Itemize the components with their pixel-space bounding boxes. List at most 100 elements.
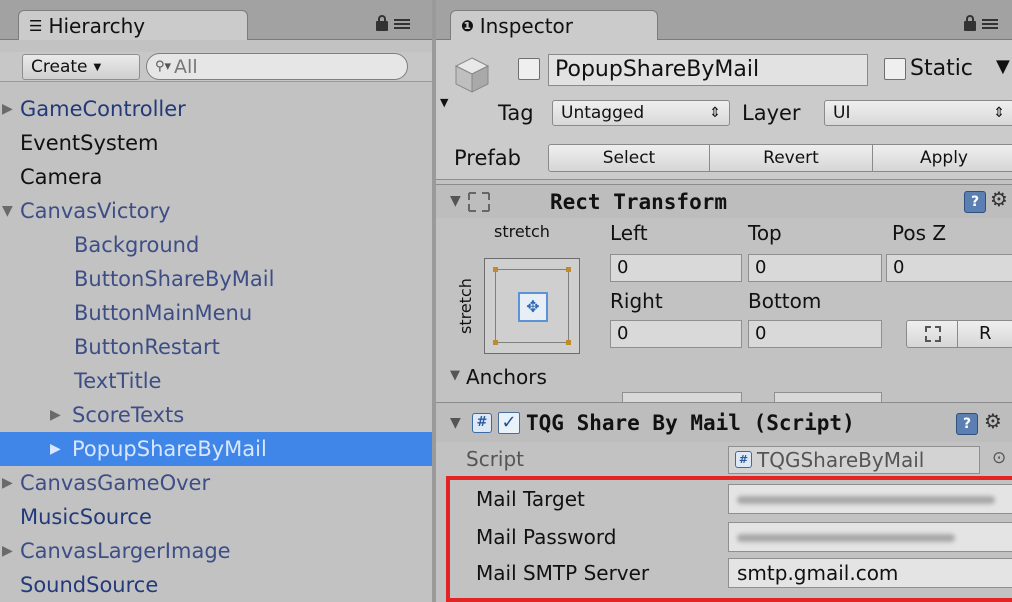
search-icon: ⚲▾	[155, 59, 172, 74]
updown-icon: ⇕	[993, 105, 1005, 121]
gear-icon[interactable]: ⚙	[984, 409, 1002, 433]
hierarchy-item[interactable]: Background	[0, 228, 432, 262]
collapsed-arrow-icon[interactable]: ▶	[50, 398, 61, 432]
hierarchy-tabbar: ☰ Hierarchy	[0, 0, 432, 40]
hierarchy-item[interactable]: ▼ CanvasVictory	[0, 194, 432, 228]
anchors-label: Anchors	[466, 365, 547, 389]
hierarchy-item[interactable]: SoundSource	[0, 568, 432, 602]
anchor-frame: ✥	[493, 267, 571, 345]
stretch-vertical-label: stretch	[456, 278, 475, 334]
blueprint-mode-icon[interactable]	[925, 326, 941, 342]
search-input[interactable]: ⚲▾ All	[146, 53, 408, 80]
hierarchy-item[interactable]: ▶ PopupShareByMail	[0, 432, 432, 466]
top-label: Top	[748, 221, 782, 245]
hierarchy-item-label: ScoreTexts	[72, 403, 185, 427]
hierarchy-item-label: CanvasGameOver	[20, 471, 211, 495]
mail-target-input[interactable]	[728, 484, 1012, 514]
script-component-header[interactable]: ▼ # ✓ TQG Share By Mail (Script) ? ⚙	[436, 402, 1012, 442]
anchor-dot	[566, 340, 571, 345]
mail-smtp-server-input[interactable]: smtp.gmail.com	[728, 558, 1012, 588]
object-name-field[interactable]: PopupShareByMail	[548, 54, 868, 86]
create-label: Create	[31, 57, 88, 77]
hierarchy-item[interactable]: EventSystem	[0, 126, 432, 160]
expanded-arrow-icon[interactable]: ▼	[2, 194, 13, 228]
anchors-foldout-icon[interactable]: ▼	[450, 368, 460, 383]
rect-transform-header[interactable]: ▼ Rect Transform ? ⚙	[436, 184, 1012, 218]
posz-label: Pos Z	[892, 221, 947, 245]
posz-field[interactable]: 0	[886, 254, 1012, 282]
right-field[interactable]: 0	[610, 320, 742, 348]
anchor-presets-button[interactable]: ✥	[484, 258, 580, 354]
lock-icon[interactable]	[376, 15, 388, 31]
lock-icon[interactable]	[964, 15, 976, 31]
tab-hierarchy[interactable]: ☰ Hierarchy	[18, 10, 248, 40]
hierarchy-item-label: Camera	[20, 165, 103, 189]
hierarchy-item[interactable]: ▶ CanvasLargerImage	[0, 534, 432, 568]
static-checkbox[interactable]	[884, 58, 906, 80]
bottom-label: Bottom	[748, 289, 822, 313]
move-arrows-icon: ✥	[518, 292, 548, 322]
hierarchy-item-label: ButtonShareByMail	[74, 267, 275, 291]
top-field[interactable]: 0	[748, 254, 882, 282]
left-label: Left	[610, 221, 648, 245]
hierarchy-item[interactable]: ▶ ScoreTexts	[0, 398, 432, 432]
cube-dropdown-icon[interactable]: ▼	[440, 96, 448, 109]
collapsed-arrow-icon[interactable]: ▶	[2, 534, 13, 568]
hierarchy-item[interactable]: ▶ CanvasGameOver	[0, 466, 432, 500]
object-picker-icon[interactable]: ⊙	[992, 448, 1006, 468]
hierarchy-item-label: CanvasVictory	[20, 199, 171, 223]
hierarchy-item-label: EventSystem	[20, 131, 159, 155]
rect-transform-icon	[468, 192, 490, 212]
static-dropdown-icon[interactable]: ▼	[996, 56, 1010, 77]
hierarchy-item[interactable]: TextTitle	[0, 364, 432, 398]
hierarchy-item[interactable]: ▶ GameController	[0, 92, 432, 126]
hierarchy-item-label: ButtonMainMenu	[74, 301, 253, 325]
menu-icon[interactable]	[394, 18, 410, 29]
collapsed-arrow-icon[interactable]: ▶	[50, 432, 61, 466]
hierarchy-item-label: GameController	[20, 97, 186, 121]
create-button[interactable]: Create ▼	[22, 54, 140, 80]
prefab-revert-button[interactable]: Revert	[709, 144, 873, 172]
layer-dropdown[interactable]: UI ⇕	[824, 100, 1012, 126]
prefab-select-button[interactable]: Select	[548, 144, 710, 172]
menu-icon[interactable]	[982, 18, 998, 29]
hierarchy-item-label: SoundSource	[20, 573, 159, 597]
bottom-field[interactable]: 0	[748, 320, 882, 348]
collapsed-arrow-icon[interactable]: ▶	[2, 92, 13, 126]
help-icon[interactable]: ?	[956, 413, 978, 435]
mail-password-input[interactable]	[728, 522, 1012, 552]
collapsed-arrow-icon[interactable]: ▶	[2, 466, 13, 500]
foldout-arrow-icon[interactable]: ▼	[450, 193, 461, 209]
tab-inspector-label: Inspector	[479, 13, 573, 38]
hierarchy-item[interactable]: ButtonRestart	[0, 330, 432, 364]
list-icon: ☰	[29, 16, 43, 35]
tag-label: Tag	[498, 101, 534, 125]
hierarchy-item[interactable]: MusicSource	[0, 500, 432, 534]
hierarchy-item[interactable]: ButtonShareByMail	[0, 262, 432, 296]
left-field[interactable]: 0	[610, 254, 742, 282]
hierarchy-item-label: ButtonRestart	[74, 335, 220, 359]
tab-inspector[interactable]: ❶ Inspector	[450, 10, 658, 40]
foldout-arrow-icon[interactable]: ▼	[450, 415, 461, 431]
dropdown-caret-icon: ▼	[93, 61, 102, 73]
hierarchy-item[interactable]: ButtonMainMenu	[0, 296, 432, 330]
gameobject-cube-icon	[454, 57, 490, 93]
hierarchy-item-label: CanvasLargerImage	[20, 539, 231, 563]
redacted-text	[737, 534, 955, 542]
raw-edit-button[interactable]: R	[979, 321, 992, 347]
active-checkbox[interactable]	[518, 58, 540, 80]
gear-icon[interactable]: ⚙	[990, 187, 1008, 211]
help-icon[interactable]: ?	[964, 191, 986, 213]
hierarchy-tab-controls	[376, 15, 410, 31]
prefab-apply-button[interactable]: Apply	[872, 144, 1012, 172]
search-placeholder: All	[174, 55, 198, 78]
script-object-field[interactable]: # TQGShareByMail	[728, 446, 980, 474]
script-enabled-checkbox[interactable]: ✓	[498, 412, 520, 434]
blueprint-raw-toggle[interactable]: R	[906, 320, 1012, 348]
hierarchy-item[interactable]: Camera	[0, 160, 432, 194]
tag-dropdown[interactable]: Untagged ⇕	[552, 100, 730, 126]
inspector-tab-controls	[964, 15, 998, 31]
redacted-text	[737, 496, 995, 504]
inspector-panel: ❶ Inspector ▼ PopupShareByMail Static ▼ …	[432, 0, 1012, 602]
gameobject-header: ▼ PopupShareByMail Static ▼ Tag Untagged…	[436, 40, 1012, 180]
